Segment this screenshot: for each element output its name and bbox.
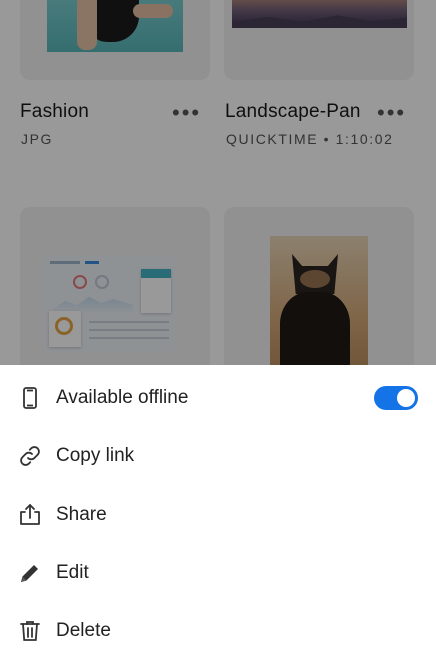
action-sheet: Available offline Copy link Share Edit D…: [0, 365, 436, 662]
copy-link-label: Copy link: [56, 445, 135, 466]
available-offline-toggle[interactable]: [374, 386, 418, 410]
available-offline-label: Available offline: [56, 387, 189, 408]
copy-link-item[interactable]: Copy link: [0, 427, 436, 485]
pencil-icon: [18, 561, 42, 585]
toggle-knob: [397, 389, 415, 407]
share-icon: [18, 503, 42, 527]
link-icon: [18, 444, 42, 468]
share-label: Share: [56, 504, 107, 525]
share-item[interactable]: Share: [0, 486, 436, 544]
available-offline-item[interactable]: Available offline: [0, 369, 436, 427]
phone-icon: [18, 386, 42, 410]
delete-item[interactable]: Delete: [0, 602, 436, 660]
delete-label: Delete: [56, 620, 111, 641]
edit-label: Edit: [56, 562, 89, 583]
edit-item[interactable]: Edit: [0, 544, 436, 602]
trash-icon: [18, 619, 42, 643]
